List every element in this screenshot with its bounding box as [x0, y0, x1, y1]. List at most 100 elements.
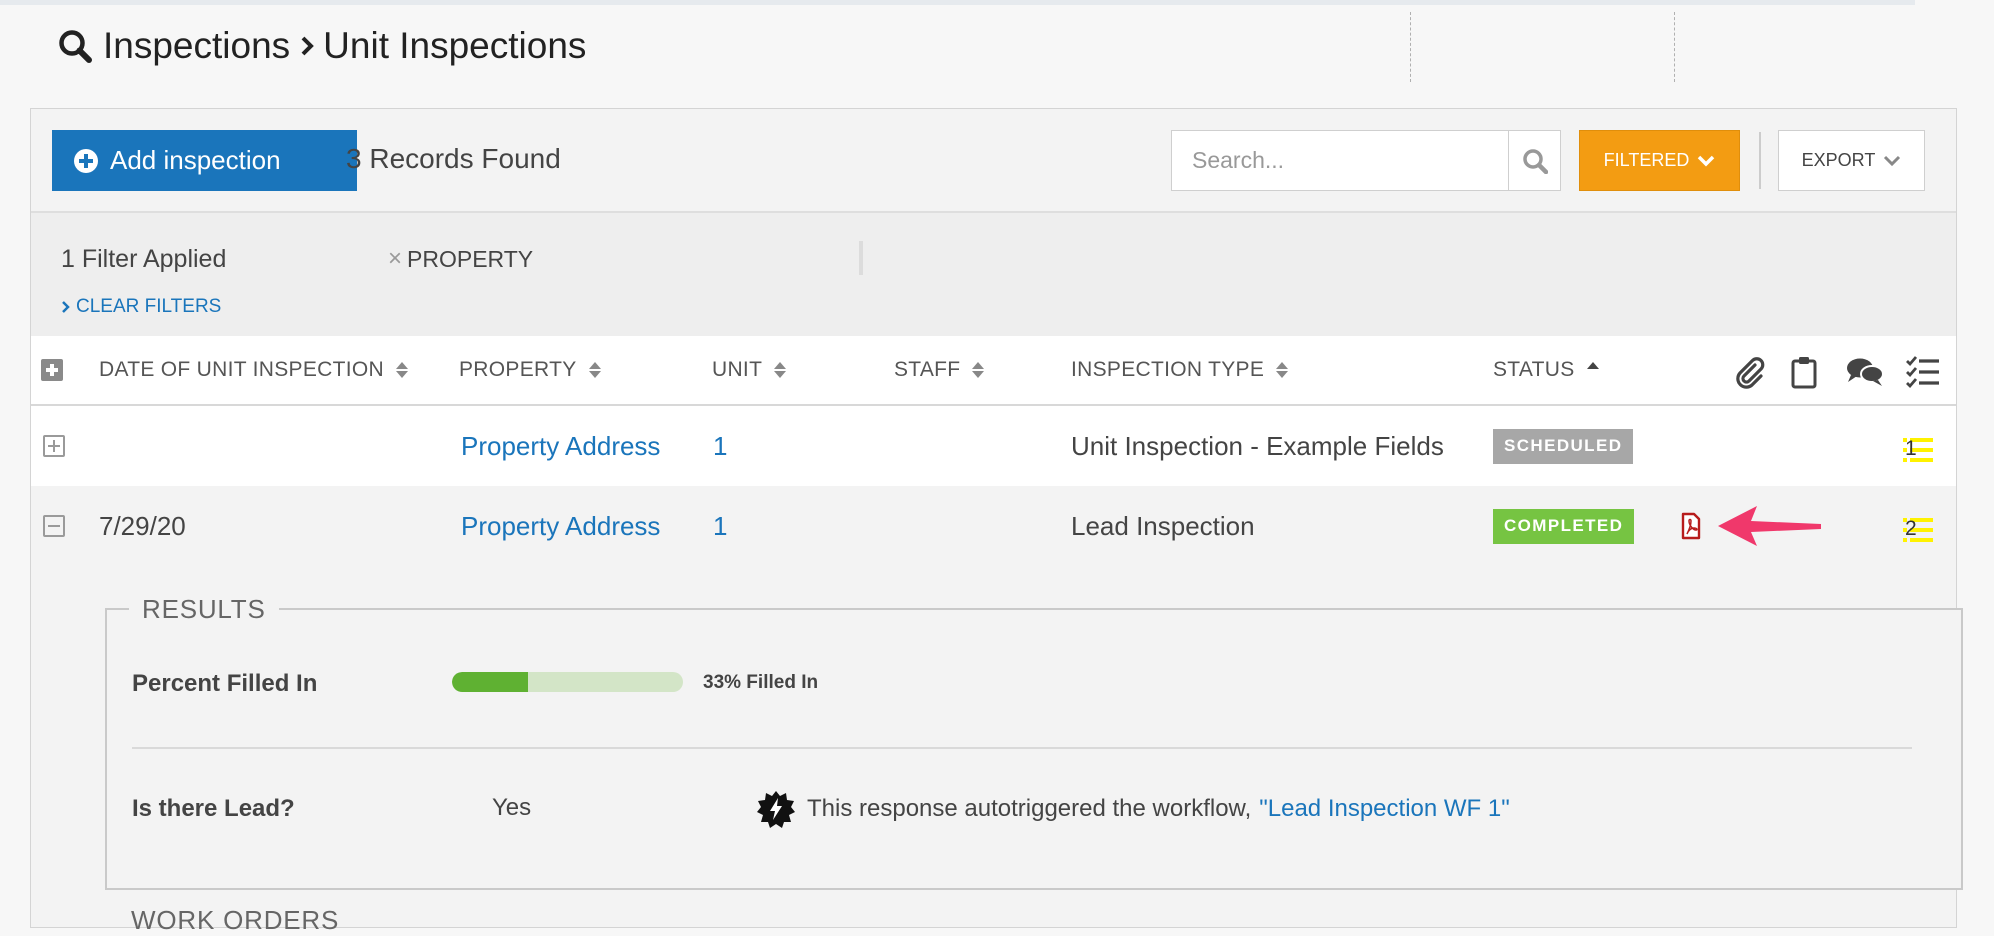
column-header-inspection-type[interactable]: INSPECTION TYPE	[1071, 336, 1289, 404]
filters-applied-text: 1 Filter Applied	[61, 245, 227, 273]
status-cell: COMPLETED	[1493, 486, 1635, 566]
filter-bar: 1 Filter Applied × PROPERTY CLEAR FILTER…	[31, 211, 1956, 336]
cell-property-link[interactable]: Property Address	[461, 486, 660, 566]
search-box	[1171, 130, 1561, 191]
sort-icon	[395, 360, 408, 380]
sort-icon	[774, 360, 787, 380]
progress-fill	[452, 672, 529, 692]
checklist-count-button[interactable]: 1	[1903, 410, 1933, 490]
comments-icon	[1847, 358, 1884, 386]
records-count: 3 Records Found	[346, 143, 561, 174]
results-fieldset: RESULTS Percent Filled In 33% Filled In …	[105, 594, 1963, 890]
results-divider	[132, 747, 1912, 749]
minus-square-icon	[43, 515, 65, 537]
question-label: Is there Lead?	[132, 795, 295, 822]
cell-inspection-type: Unit Inspection - Example Fields	[1071, 430, 1444, 461]
table-row[interactable]: 7/29/20 Property Address 1 Lead Inspecti…	[31, 486, 1956, 566]
arrow-left-icon	[1718, 506, 1821, 546]
export-dropdown-button[interactable]: EXPORT	[1778, 130, 1925, 191]
lightning-badge-icon	[757, 791, 795, 828]
autotrigger-text: This response autotriggered the workflow…	[807, 795, 1252, 822]
plus-circle-icon	[74, 148, 98, 173]
sort-icon	[1276, 360, 1289, 380]
filter-divider	[859, 241, 863, 275]
filter-chip-label: PROPERTY	[407, 245, 534, 272]
pointer-arrow-annotation	[1717, 486, 1823, 566]
chevron-down-icon	[1698, 155, 1715, 166]
export-label: EXPORT	[1801, 150, 1876, 170]
chevron-right-icon	[62, 301, 70, 313]
checklist-count-button[interactable]: 2	[1903, 490, 1933, 570]
status-badge: SCHEDULED	[1493, 428, 1634, 464]
status-badge: COMPLETED	[1493, 508, 1635, 544]
percent-filled-label: Percent Filled In	[132, 670, 318, 697]
column-header-unit[interactable]: UNIT	[712, 336, 787, 404]
chevron-down-icon	[1884, 155, 1901, 166]
paperclip-icon	[1736, 357, 1765, 389]
search-input[interactable]	[1172, 131, 1508, 190]
breadcrumb-root[interactable]: Inspections	[103, 25, 290, 67]
column-header-label: STATUS	[1493, 358, 1575, 381]
column-header-label: UNIT	[712, 358, 763, 381]
add-inspection-button[interactable]: Add inspection	[52, 130, 357, 191]
cell-date: 7/29/20	[99, 510, 186, 541]
column-header-date[interactable]: DATE OF UNIT INSPECTION	[99, 336, 408, 404]
plus-square-icon	[43, 435, 65, 457]
clipboard-icon	[1791, 357, 1817, 389]
table-row[interactable]: Property Address 1 Unit Inspection - Exa…	[31, 406, 1956, 486]
expand-row-button[interactable]	[43, 406, 65, 486]
status-cell: SCHEDULED	[1493, 406, 1634, 486]
column-header-staff[interactable]: STAFF	[894, 336, 985, 404]
answer-value: Yes	[492, 794, 532, 821]
remove-filter-icon[interactable]: ×	[388, 245, 402, 273]
cell-unit-link[interactable]: 1	[713, 406, 727, 486]
toolbar: Add inspection 3 Records Found FILTERED …	[31, 109, 1956, 211]
table-header: DATE OF UNIT INSPECTION PROPERTY UNIT ST…	[31, 336, 1956, 406]
checklist-count: 2	[1903, 517, 1933, 543]
column-header-label: STAFF	[894, 358, 961, 381]
checklist-count-value: 1	[1905, 437, 1917, 460]
add-inspection-label: Add inspection	[110, 145, 281, 175]
column-header-property[interactable]: PROPERTY	[459, 336, 601, 404]
sort-icon	[588, 360, 601, 380]
top-border	[0, 0, 1915, 5]
sort-ascending-icon	[1586, 360, 1599, 380]
clear-filters-label: CLEAR FILTERS	[76, 296, 222, 317]
search-icon	[1522, 148, 1548, 174]
search-icon	[59, 30, 92, 63]
percent-filled-text: 33% Filled In	[703, 672, 819, 693]
column-header-label: INSPECTION TYPE	[1071, 358, 1265, 381]
checklist-count: 1	[1903, 437, 1933, 463]
header-divider	[1410, 12, 1411, 82]
chevron-right-icon	[300, 35, 315, 57]
clear-filters-link[interactable]: CLEAR FILTERS	[61, 296, 221, 318]
header-divider	[1674, 12, 1675, 82]
percent-progress-bar	[452, 672, 683, 692]
toolbar-divider	[1759, 132, 1761, 189]
inspections-panel: Add inspection 3 Records Found FILTERED …	[30, 108, 1963, 935]
autotrigger-note: This response autotriggered the workflow…	[757, 790, 1510, 828]
cell-unit-link[interactable]: 1	[713, 486, 727, 566]
work-orders-legend: WORK ORDERS	[131, 905, 340, 935]
results-legend: RESULTS	[129, 594, 279, 625]
collapse-row-button[interactable]	[43, 486, 65, 566]
column-header-label: PROPERTY	[459, 358, 577, 381]
checklist-count-value: 2	[1905, 517, 1917, 540]
pdf-report-button[interactable]	[1681, 486, 1701, 566]
expand-all-button[interactable]	[41, 336, 63, 404]
filtered-dropdown-button[interactable]: FILTERED	[1579, 130, 1740, 191]
search-button[interactable]	[1508, 131, 1560, 190]
checklist-icon	[1906, 356, 1939, 389]
cell-inspection-type: Lead Inspection	[1071, 510, 1255, 541]
file-pdf-icon	[1681, 512, 1701, 540]
filtered-label: FILTERED	[1603, 150, 1690, 170]
cell-property-link[interactable]: Property Address	[461, 406, 660, 486]
column-header-status[interactable]: STATUS	[1493, 336, 1599, 404]
filter-chip-property[interactable]: × PROPERTY	[388, 245, 533, 273]
breadcrumb: Inspections Unit Inspections	[58, 22, 586, 70]
sort-icon	[972, 360, 985, 380]
page-title: Unit Inspections	[323, 25, 587, 66]
column-header-label: DATE OF UNIT INSPECTION	[99, 358, 384, 381]
workflow-link[interactable]: "Lead Inspection WF 1"	[1259, 795, 1510, 823]
plus-square-icon	[41, 359, 63, 381]
